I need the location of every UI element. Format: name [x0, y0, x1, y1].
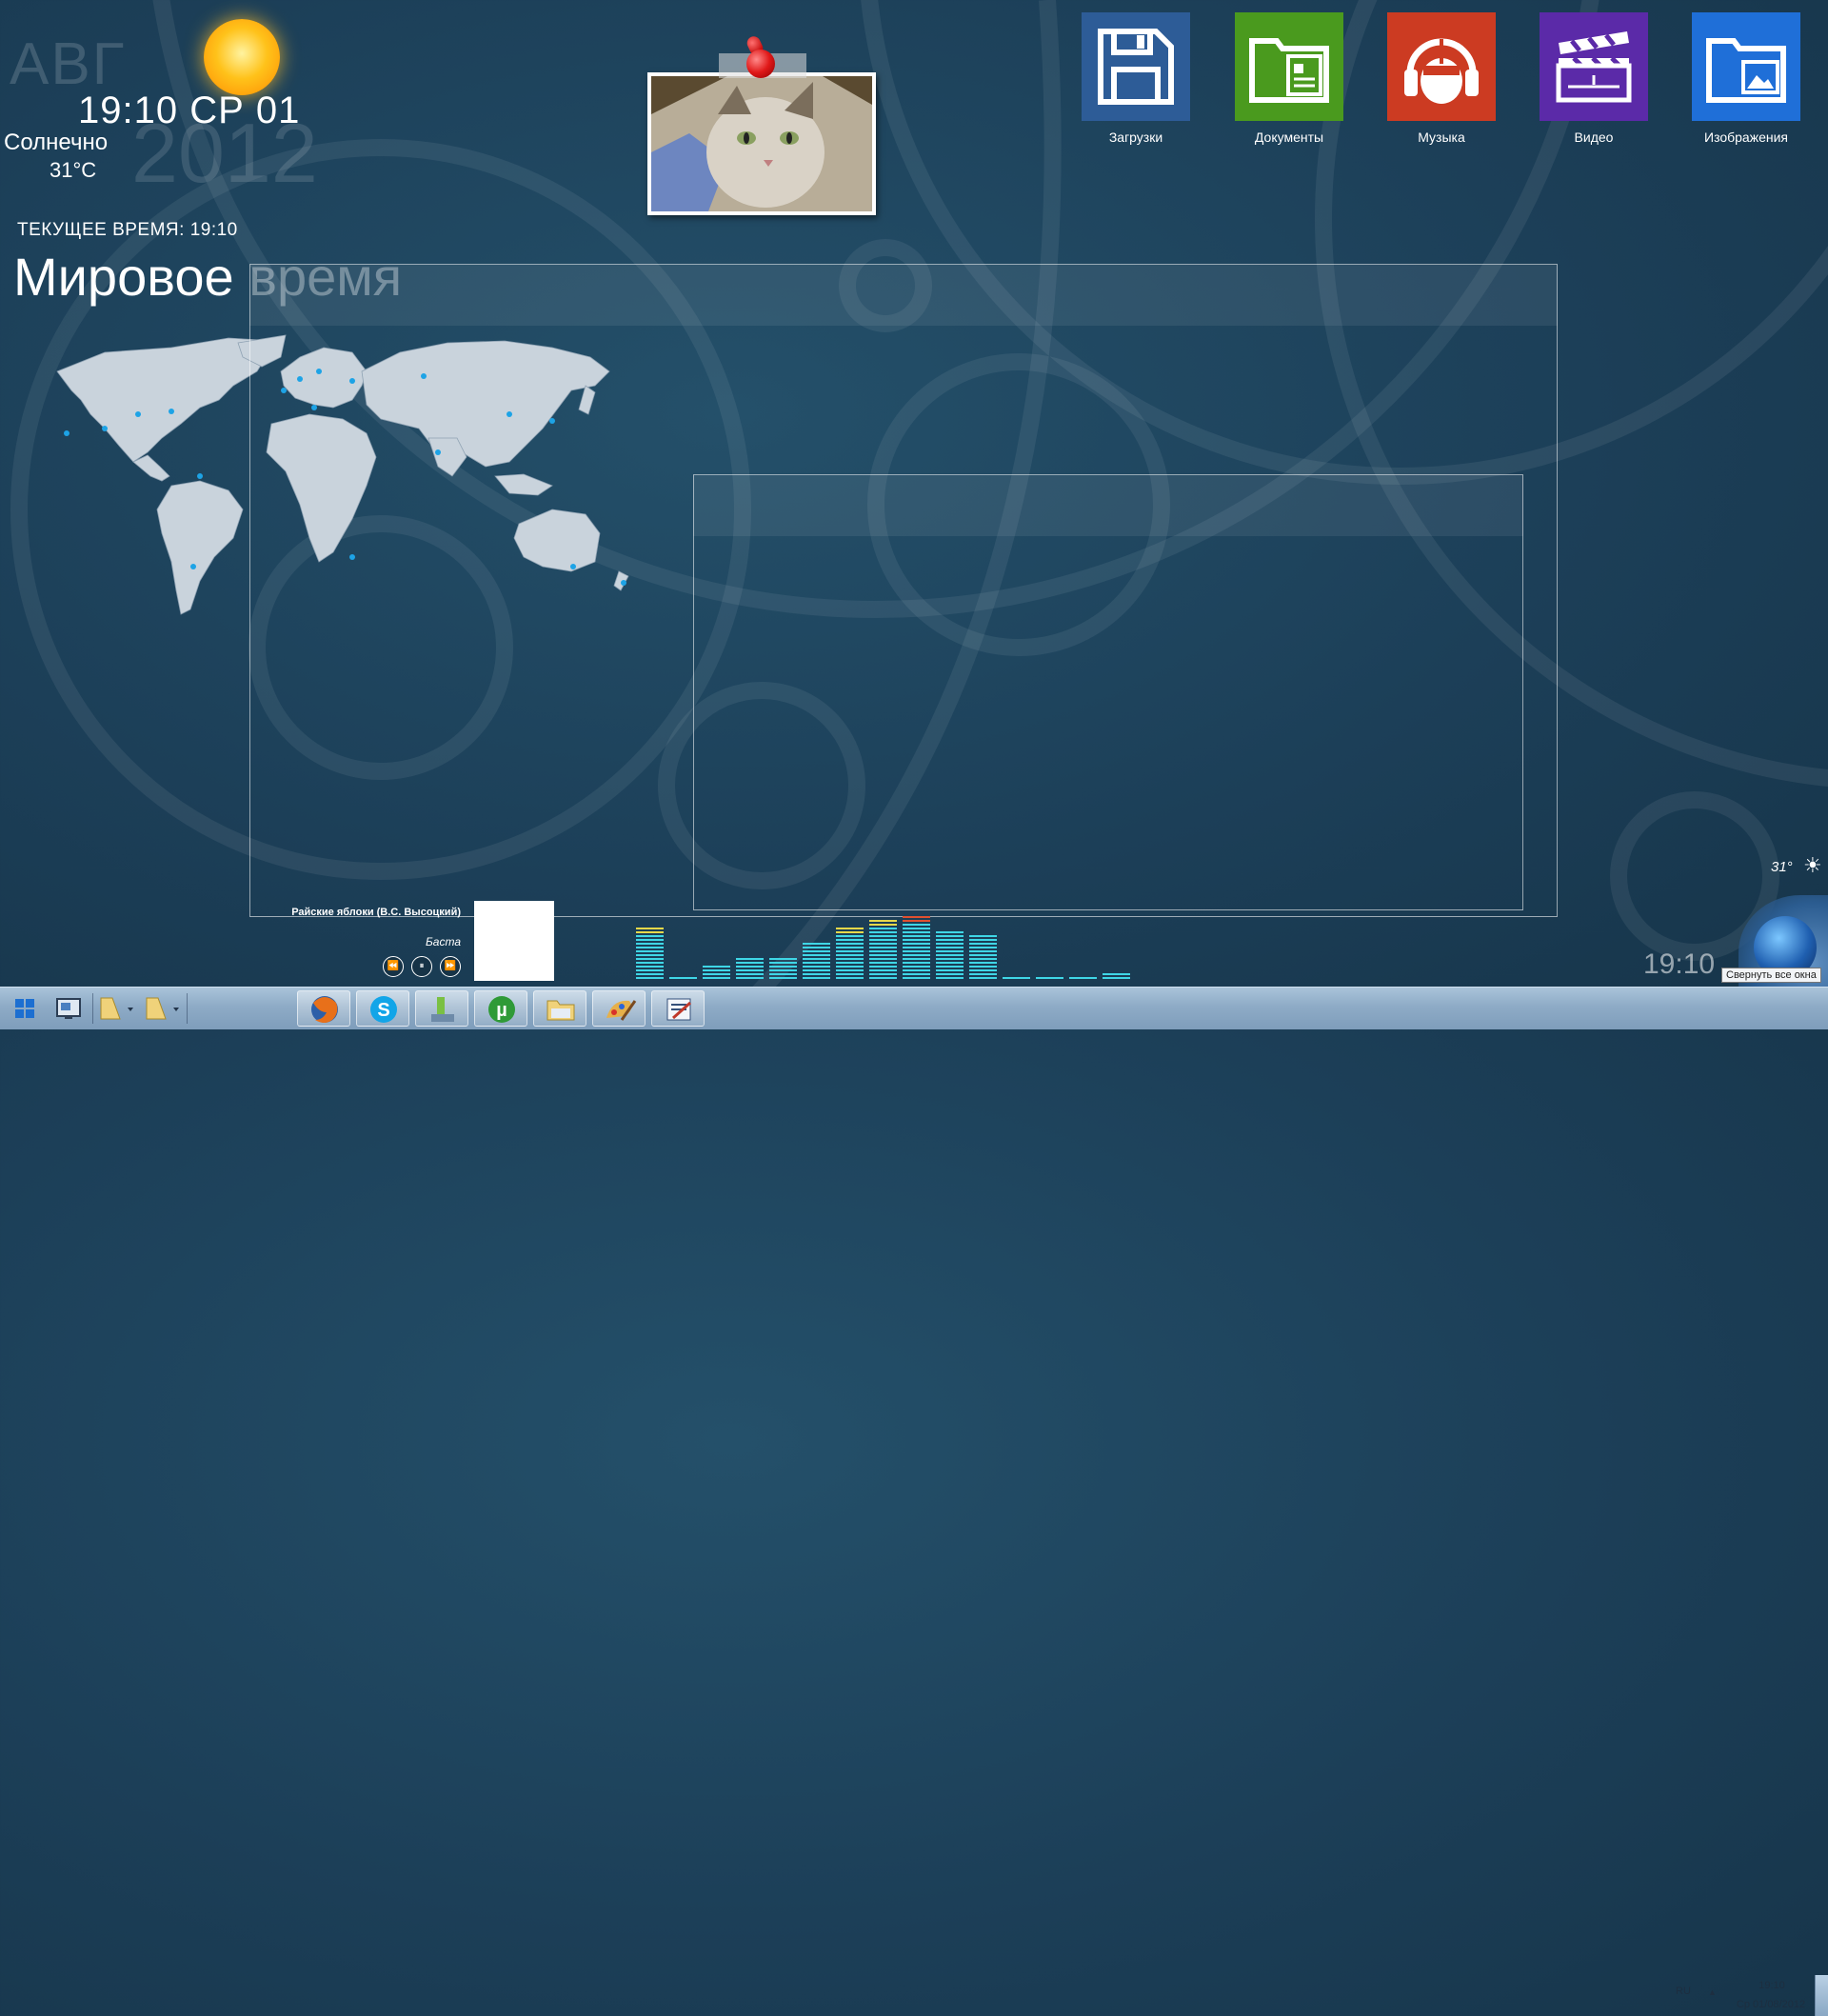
pictures-folder-icon	[1706, 38, 1786, 103]
tile-pictures[interactable]	[1692, 12, 1800, 121]
documents-folder-icon	[1249, 38, 1329, 103]
equalizer-bar	[1003, 977, 1030, 979]
weather-temperature: 31°С	[50, 158, 97, 182]
prev-track-button[interactable]: ⏪	[383, 956, 404, 977]
month-label: АВГ	[10, 31, 127, 97]
app-icon	[431, 997, 454, 1022]
show-desktop-tooltip: Свернуть все окна	[1721, 968, 1821, 983]
equalizer-bar	[936, 931, 964, 979]
desktop-icon	[56, 998, 81, 1019]
folder-quick-1[interactable]	[95, 990, 139, 1027]
audio-equalizer	[636, 916, 1130, 979]
folder-icon	[146, 997, 179, 1020]
equalizer-bar	[1069, 977, 1097, 979]
tile-downloads[interactable]	[1082, 12, 1190, 121]
language-indicator[interactable]: RU	[1676, 1986, 1691, 1997]
tile-music[interactable]	[1387, 12, 1496, 121]
tray-date[interactable]: Ср 01/08/2012	[1725, 1999, 1817, 2010]
tray-time[interactable]: 19:10	[1731, 1980, 1813, 1991]
skype-task[interactable]: S	[356, 990, 409, 1027]
paint-icon	[606, 1000, 637, 1021]
equalizer-bar	[903, 916, 930, 979]
equalizer-bar	[836, 928, 864, 979]
cat-image	[651, 76, 872, 211]
equalizer-bar	[869, 920, 897, 979]
equalizer-bar	[736, 958, 764, 979]
tile-video-label: Видео	[1574, 130, 1614, 145]
tile-music-label: Музыка	[1418, 130, 1465, 145]
utorrent-task[interactable]: µ	[474, 990, 527, 1027]
weather-condition: Солнечно	[4, 130, 109, 155]
pushpin-head	[746, 50, 775, 78]
editor-icon	[666, 998, 691, 1021]
firefox-icon	[311, 996, 338, 1023]
equalizer-bar	[1036, 977, 1063, 979]
show-desktop-button[interactable]	[1815, 1975, 1828, 2016]
clapperboard-icon	[1556, 31, 1632, 103]
mini-weather-temp: 31°	[1771, 859, 1793, 875]
svg-text:µ: µ	[496, 1000, 507, 1021]
equalizer-bar	[769, 958, 797, 979]
next-track-button[interactable]: ⏩	[440, 956, 461, 977]
world-time-title-part1: Мировое	[13, 247, 234, 307]
song-title: Райские яблоки (В.С. Высоцкий)	[291, 907, 461, 918]
windows-logo-icon	[15, 999, 34, 1018]
window-outline-small	[693, 474, 1523, 910]
photo-frame[interactable]	[647, 72, 876, 215]
desktop-clock: 19:10	[1643, 948, 1716, 980]
editor-task[interactable]	[651, 990, 705, 1027]
explorer-icon	[546, 1000, 575, 1021]
equalizer-bar	[636, 928, 664, 979]
tray-expand-icon[interactable]: ▲	[1708, 1987, 1717, 1997]
utorrent-icon: µ	[488, 996, 515, 1023]
explorer-task[interactable]	[533, 990, 586, 1027]
headphones-icon	[1404, 38, 1479, 104]
floppy-disk-icon	[1098, 29, 1174, 105]
equalizer-bar	[969, 935, 997, 979]
song-artist: Баста	[425, 935, 461, 948]
app-task[interactable]	[415, 990, 468, 1027]
current-time-label: ТЕКУЩЕЕ ВРЕМЯ: 19:10	[17, 220, 238, 240]
mini-sun-icon: ☀	[1803, 853, 1822, 877]
show-desktop-quick-button[interactable]	[51, 990, 86, 1027]
taskbar-separator	[92, 993, 93, 1024]
start-button[interactable]	[6, 990, 44, 1027]
pause-button[interactable]: ⏸	[411, 956, 432, 977]
equalizer-bar	[1103, 973, 1130, 979]
taskbar-separator	[187, 993, 188, 1024]
folder-quick-2[interactable]	[141, 990, 185, 1027]
tile-pictures-label: Изображения	[1704, 130, 1788, 145]
paint-task[interactable]	[592, 990, 646, 1027]
time-day-label: 19:10 СР 01	[78, 90, 301, 131]
cat-photo	[651, 76, 872, 211]
skype-icon: S	[370, 996, 397, 1023]
tile-documents-label: Документы	[1254, 130, 1324, 145]
firefox-task[interactable]	[297, 990, 350, 1027]
equalizer-bar	[703, 966, 730, 979]
taskbar: S µ RU ▲ 19:10 Ср 01/08/2012	[0, 987, 1828, 2016]
equalizer-bar	[803, 943, 830, 979]
tile-documents[interactable]	[1235, 12, 1343, 121]
svg-text:S: S	[377, 1000, 389, 1021]
album-cover	[474, 901, 554, 981]
tile-video[interactable]	[1540, 12, 1648, 121]
tile-downloads-label: Загрузки	[1108, 130, 1163, 145]
sun-icon	[204, 19, 280, 95]
equalizer-bar	[669, 977, 697, 979]
folder-icon	[100, 997, 133, 1020]
